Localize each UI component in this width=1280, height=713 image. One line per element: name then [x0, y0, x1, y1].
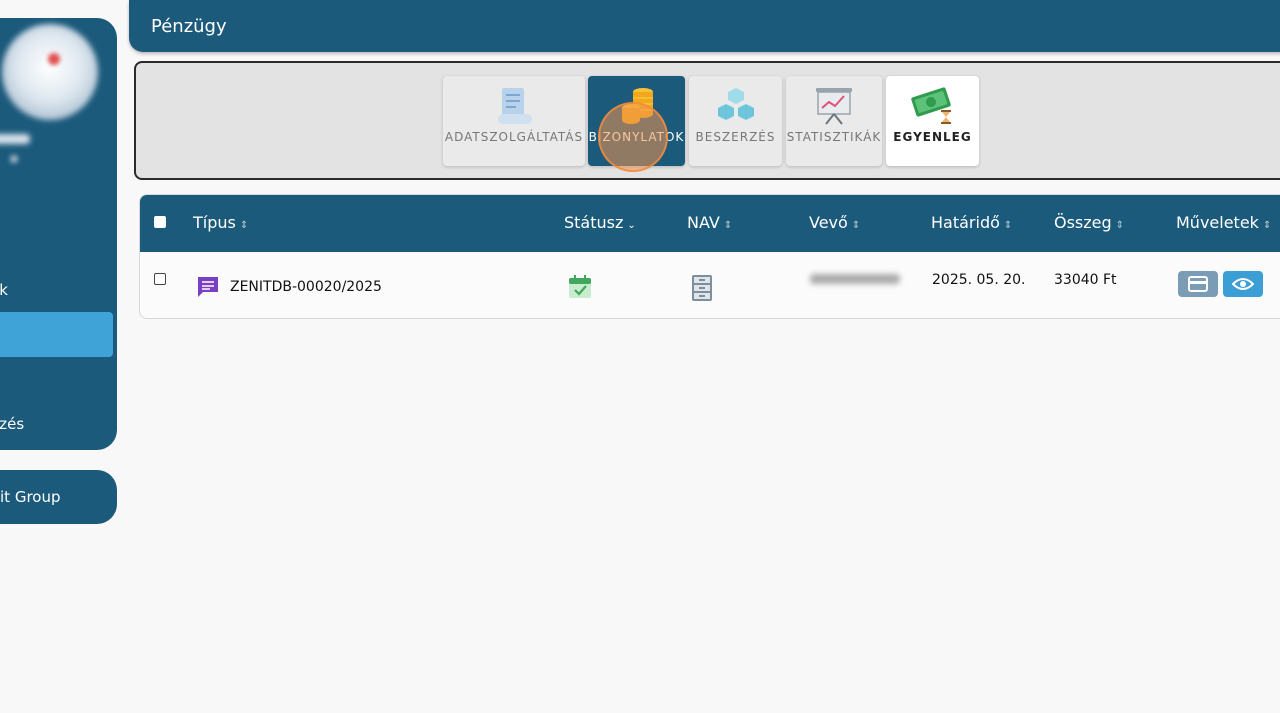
receipt-icon [498, 88, 532, 124]
logo-detail [48, 53, 60, 65]
select-all-checkbox[interactable] [154, 216, 166, 228]
sidebar-item-3[interactable]: ezés [0, 415, 24, 433]
cubes-icon [717, 88, 754, 120]
sidebar-item-label: ezés [0, 415, 25, 433]
payment-button[interactable] [1178, 271, 1218, 297]
sidebar-group-selector[interactable]: it Group [0, 470, 117, 524]
organization-logo [2, 24, 98, 120]
document-type[interactable]: ZENITDB-00020/2025 [230, 279, 382, 295]
tab-beszerzes[interactable]: BESZERZÉS [689, 76, 782, 166]
column-header-hatarido[interactable]: Határidő ⇕ [931, 213, 1012, 232]
customer-name-blurred [810, 274, 900, 284]
tab-label: STATISZTIKÁK [786, 130, 882, 144]
column-header-tipus[interactable]: Típus ⇕ [193, 213, 248, 232]
table-header: Típus ⇕ Státusz ⌄ NAV ⇕ Vevő ⇕ Határidő ⇕ Öss… [140, 195, 1280, 252]
sort-icon: ⇕ [851, 220, 861, 231]
coins-icon [621, 88, 653, 124]
tab-label: ADATSZOLGÁLTATÁS [444, 130, 584, 144]
amount: 33040 Ft [1054, 272, 1117, 288]
deadline-date: 2025. 05. 20. [932, 272, 1026, 288]
column-label: NAV [687, 213, 720, 232]
sidebar-item-active[interactable] [0, 312, 113, 357]
tab-statisztikak[interactable]: STATISZTIKÁK [786, 76, 882, 166]
tab-label: BESZERZÉS [695, 130, 776, 144]
eye-icon [1232, 278, 1254, 290]
module-tabs-panel: ADATSZOLGÁLTATÁS BIZONYLATOK BESZERZÉS S… [134, 61, 1280, 180]
sort-icon: ⇕ [1262, 220, 1272, 231]
file-cabinet-icon [692, 275, 712, 301]
page-header: Pénzügy [129, 0, 1280, 52]
column-header-osszeg[interactable]: Összeg ⇕ [1054, 213, 1124, 232]
column-header-statusz[interactable]: Státusz ⌄ [564, 213, 636, 232]
tab-adatszolgaltatas[interactable]: ADATSZOLGÁLTATÁS [443, 76, 585, 166]
column-header-muveletek[interactable]: Műveletek ⇕ [1176, 213, 1271, 232]
money-hourglass-icon [910, 87, 951, 124]
column-header-vevo[interactable]: Vevő ⇕ [809, 213, 860, 232]
message-icon [198, 277, 218, 297]
calendar-check-icon [569, 275, 591, 298]
page-title: Pénzügy [151, 16, 227, 37]
user-sub-blurred [10, 155, 18, 163]
tab-label: BIZONYLATOK [588, 130, 685, 144]
row-checkbox[interactable] [154, 273, 166, 285]
column-label: Műveletek [1176, 213, 1259, 232]
tab-egyenleg[interactable]: EGYENLEG [886, 76, 979, 166]
column-label: Státusz [564, 213, 624, 232]
credit-card-icon [1188, 276, 1208, 292]
view-button[interactable] [1223, 271, 1263, 297]
column-label: Határidő [931, 213, 1000, 232]
group-label: it Group [0, 488, 61, 506]
column-header-nav[interactable]: NAV ⇕ [687, 213, 732, 232]
documents-table: Típus ⇕ Státusz ⌄ NAV ⇕ Vevő ⇕ Határidő ⇕ Öss… [139, 194, 1280, 319]
sidebar-item-label: ek [0, 281, 8, 299]
column-label: Típus [193, 213, 236, 232]
user-name-blurred [0, 134, 30, 144]
sort-icon: ⇕ [1003, 220, 1013, 231]
chevron-down-icon: ⌄ [627, 220, 636, 231]
column-label: Vevő [809, 213, 848, 232]
sort-icon: ⇕ [239, 220, 249, 231]
presentation-chart-icon [816, 88, 852, 125]
sidebar: o ek ezés [0, 18, 117, 450]
column-label: Összeg [1054, 213, 1112, 232]
sort-icon: ⇕ [723, 220, 733, 231]
sidebar-item-2[interactable]: ek [0, 281, 8, 299]
tab-bizonylatok[interactable]: BIZONYLATOK [588, 76, 685, 166]
tab-label: EGYENLEG [893, 130, 972, 144]
sort-icon: ⇕ [1115, 220, 1125, 231]
